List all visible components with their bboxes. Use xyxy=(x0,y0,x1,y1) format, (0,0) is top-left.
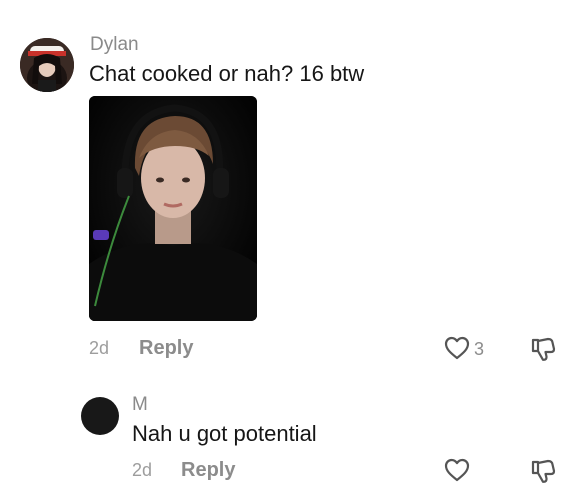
heart-outline-icon xyxy=(444,336,470,360)
reply-button[interactable]: Reply xyxy=(139,337,193,360)
thumbs-down-outline-icon xyxy=(531,337,556,361)
reply-like-button[interactable] xyxy=(444,458,470,487)
reply-timestamp: 2d xyxy=(132,460,153,480)
reply-dislike-button[interactable] xyxy=(530,458,556,489)
comment-timestamp: 2d xyxy=(89,338,110,358)
attached-photo-icon xyxy=(89,96,257,321)
heart-outline-icon xyxy=(444,458,470,482)
avatar-photo-icon xyxy=(20,38,74,92)
reply-reply-button[interactable]: Reply xyxy=(181,459,235,482)
reply-avatar[interactable] xyxy=(81,397,119,435)
reply-text: Nah u got potential xyxy=(132,421,317,446)
comment-attached-image[interactable] xyxy=(89,96,257,321)
like-count: 3 xyxy=(474,339,485,359)
dislike-button[interactable] xyxy=(530,336,556,367)
comment-text: Chat cooked or nah? 16 btw xyxy=(89,61,365,86)
comment-avatar[interactable] xyxy=(20,38,74,92)
reply-username[interactable]: M xyxy=(132,394,148,416)
comment-username[interactable]: Dylan xyxy=(90,34,139,56)
thumbs-down-outline-icon xyxy=(531,459,556,483)
like-button[interactable] xyxy=(444,336,470,365)
